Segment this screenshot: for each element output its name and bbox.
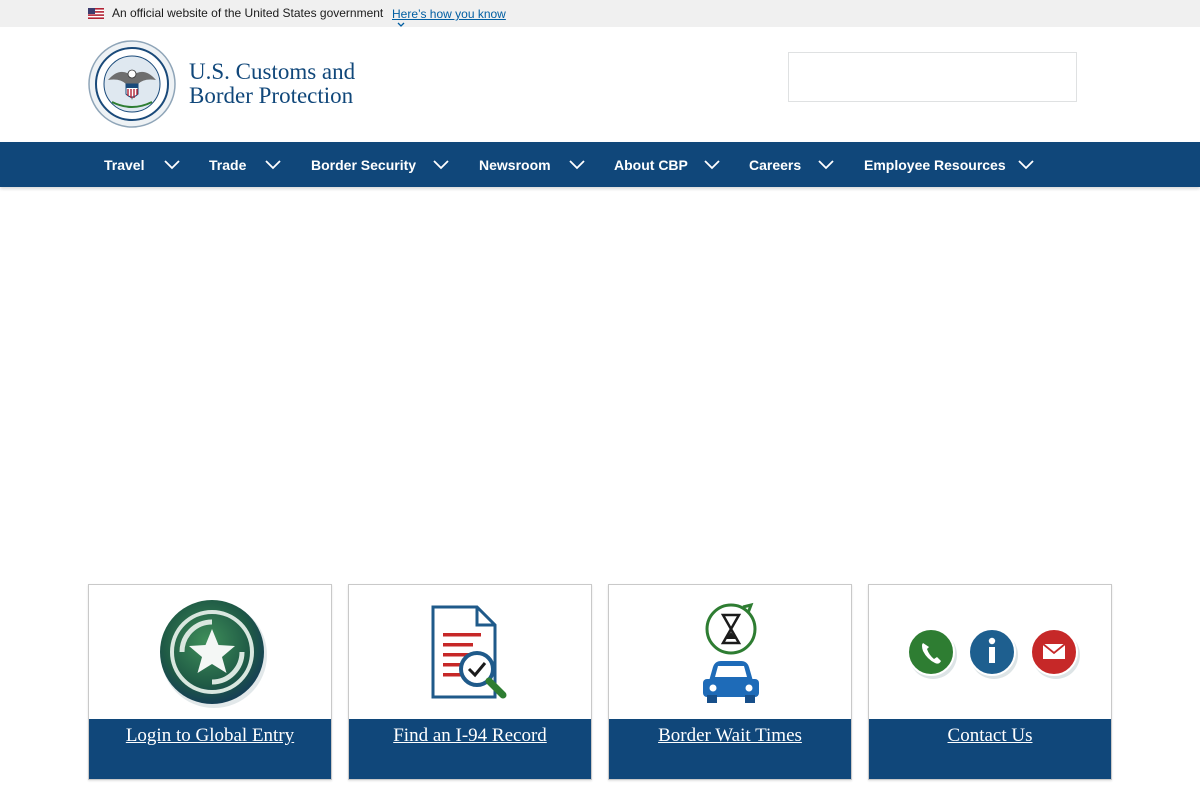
nav-item-label: Travel — [104, 156, 145, 173]
nav-item-trade[interactable]: Trade — [209, 142, 281, 187]
global-entry-star-icon — [160, 600, 267, 708]
cbp-home-logo-link[interactable]: U.S. Customs and Border Protection — [88, 40, 388, 128]
chevron-down-icon — [569, 160, 585, 170]
card-border-wait-times[interactable]: Border Wait Times — [608, 584, 852, 780]
nav-item-employee-resources[interactable]: Employee Resources — [864, 142, 1034, 187]
chevron-down-icon — [1018, 160, 1034, 170]
nav-item-about-cbp[interactable]: About CBP — [614, 142, 720, 187]
nav-item-label: Border Security — [311, 156, 417, 173]
nav-item-label: Newsroom — [479, 156, 551, 173]
chevron-down-icon — [265, 160, 281, 170]
chevron-down-icon — [704, 160, 720, 170]
chevron-down-icon[interactable] — [397, 22, 405, 28]
site-title-line2: Border Protection — [189, 83, 354, 108]
heres-how-you-know-link[interactable]: Here’s how you know — [392, 7, 506, 21]
site-title-line1: U.S. Customs and — [189, 59, 356, 84]
chevron-down-icon — [818, 160, 834, 170]
main-nav: Travel Trade Border Security Newsroom Ab… — [0, 142, 1200, 187]
nav-item-label: Careers — [749, 156, 802, 173]
site-title: U.S. Customs and Border Protection — [189, 60, 355, 108]
nav-item-travel[interactable]: Travel — [104, 142, 180, 187]
hourglass-car-icon — [703, 602, 759, 703]
search-input[interactable] — [789, 53, 1076, 101]
card-border-wait-times-link[interactable]: Border Wait Times — [609, 725, 851, 747]
nav-item-label: About CBP — [614, 156, 688, 173]
card-global-entry[interactable]: Login to Global Entry — [88, 584, 332, 780]
card-i94-record[interactable]: Find an I-94 Record — [348, 584, 592, 780]
nav-item-newsroom[interactable]: Newsroom — [479, 142, 585, 187]
phone-info-mail-icon — [907, 628, 1080, 679]
search-box — [788, 52, 1077, 102]
us-flag-icon — [88, 8, 104, 19]
chevron-down-icon — [433, 160, 449, 170]
gov-banner: An official website of the United States… — [0, 0, 1200, 27]
card-contact-us-link[interactable]: Contact Us — [869, 725, 1111, 747]
cbp-seal-icon — [88, 40, 176, 128]
nav-item-label: Employee Resources — [864, 156, 1006, 173]
nav-item-label: Trade — [209, 156, 247, 173]
card-global-entry-link[interactable]: Login to Global Entry — [89, 725, 331, 747]
document-search-icon — [431, 605, 507, 699]
card-contact-us[interactable]: Contact Us — [868, 584, 1112, 780]
nav-item-careers[interactable]: Careers — [749, 142, 834, 187]
nav-item-border-security[interactable]: Border Security — [311, 142, 449, 187]
card-i94-record-link[interactable]: Find an I-94 Record — [349, 725, 591, 747]
gov-banner-text: An official website of the United States… — [112, 6, 384, 20]
chevron-down-icon — [164, 160, 180, 170]
